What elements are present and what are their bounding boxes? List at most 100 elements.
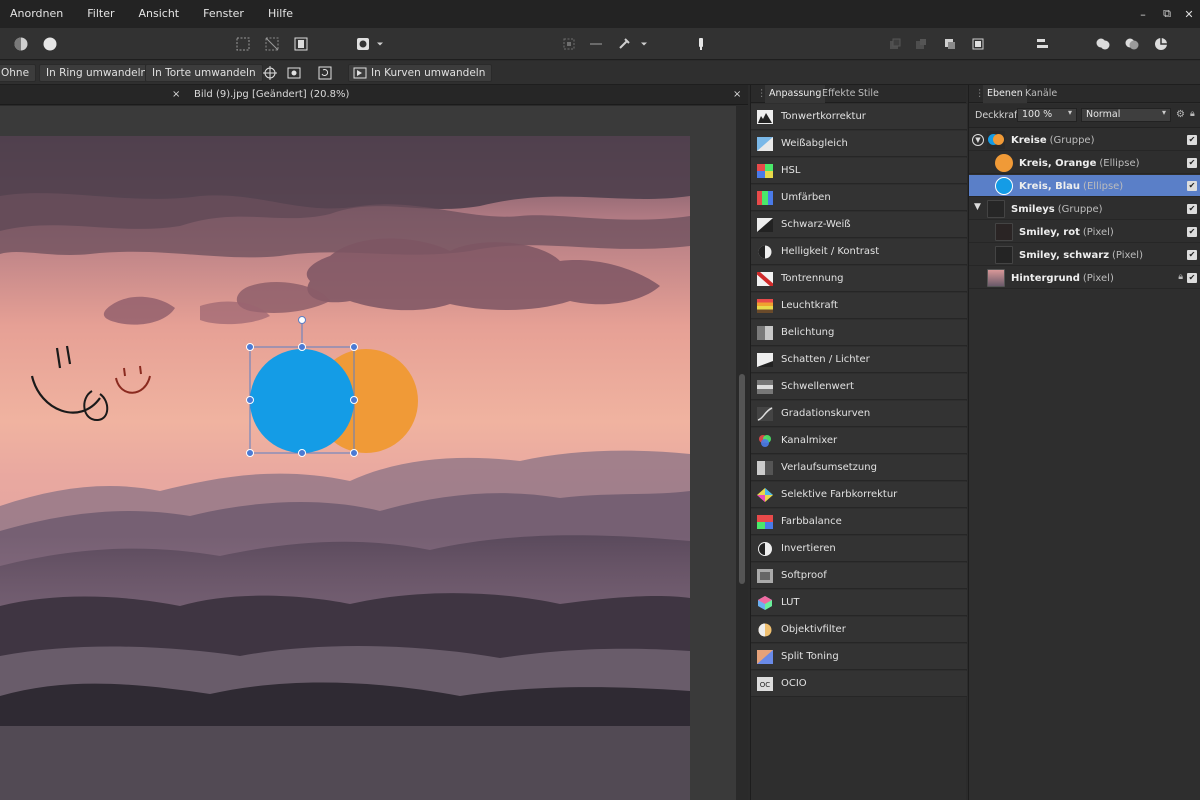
adjustment-item[interactable]: Weißabgleich [751,131,967,157]
pen-tool-icon[interactable] [690,33,712,55]
adjustment-label: Verlaufsumsetzung [781,462,877,473]
adjustment-item[interactable]: Split Toning [751,644,967,670]
expand-circle-icon[interactable]: ▼ [972,134,984,146]
adjustment-item[interactable]: Objektivfilter [751,617,967,643]
blend-mode-select[interactable]: Normal [1081,108,1171,122]
adjustment-item[interactable]: Farbbalance [751,509,967,535]
chevron-down-icon[interactable] [374,33,386,55]
menu-filter[interactable]: Filter [77,0,128,28]
sphere-light-icon[interactable] [39,33,61,55]
boolean-intersect-icon[interactable] [1150,33,1172,55]
diagonal-select-icon[interactable] [261,33,283,55]
close-prev-tab-icon[interactable]: × [172,85,180,105]
menu-hilfe[interactable]: Hilfe [258,0,307,28]
transform-origin-icon[interactable] [260,63,280,83]
menu-ansicht[interactable]: Ansicht [129,0,194,28]
visibility-checkbox[interactable]: ✔ [1187,135,1197,145]
lock-icon[interactable]: 🔒︎ [1190,109,1195,119]
view-toggle-icon[interactable] [284,63,304,83]
grid-snap-icon[interactable] [558,33,580,55]
vertical-scrollbar[interactable] [736,106,748,800]
layer-row[interactable]: Kreis, Blau (Ellipse) ✔ [969,175,1200,197]
background-photo[interactable] [0,136,690,800]
chevron-down-icon[interactable]: ▾ [1162,108,1166,117]
adjustment-item[interactable]: Tonwertkorrektur [751,104,967,130]
menu-anordnen[interactable]: Anordnen [0,0,77,28]
expand-triangle-icon[interactable]: ▼ [974,202,981,212]
marquee-select-icon[interactable] [232,33,254,55]
menu-fenster[interactable]: Fenster [193,0,258,28]
adjustment-item[interactable]: Tontrennung [751,266,967,292]
ohne-button[interactable]: Ohne [0,64,37,82]
group-thumbnail [987,200,1005,218]
adjustment-label: Tonwertkorrektur [781,111,866,122]
group-thumbnail [987,131,1005,149]
layer-row[interactable]: Smiley, schwarz (Pixel) ✔ [969,244,1200,266]
visibility-checkbox[interactable]: ✔ [1187,250,1197,260]
arrange-forward-icon[interactable] [939,33,961,55]
lock-icon[interactable]: 🔒︎ [1178,272,1183,282]
adjustment-item[interactable]: Schwarz-Weiß [751,212,967,238]
visibility-checkbox[interactable]: ✔ [1187,273,1197,283]
adjustment-item[interactable]: Leuchtkraft [751,293,967,319]
tab-kanaele[interactable]: Kanäle [1021,85,1061,103]
curves-convert-button[interactable]: In Kurven umwandeln [348,64,493,82]
boolean-add-icon[interactable] [1092,33,1114,55]
adjustment-item[interactable]: Belichtung [751,320,967,346]
magnet-snap-icon[interactable] [613,33,635,55]
adjustment-item[interactable]: HSL [751,158,967,184]
adjustment-item[interactable]: Kanalmixer [751,428,967,454]
arrange-front-icon[interactable] [967,33,989,55]
adjustment-item[interactable]: Helligkeit / Kontrast [751,239,967,265]
arrange-backward-icon[interactable] [910,33,932,55]
close-tab-icon[interactable]: × [733,85,741,105]
adjustment-label: Softproof [781,570,827,581]
pie-convert-button[interactable]: In Torte umwandeln [145,64,263,82]
sphere-dark-icon[interactable] [10,33,32,55]
document-tab-title[interactable]: Bild (9).jpg [Geändert] (20.8%) [194,85,349,105]
circle-blue[interactable] [250,349,354,453]
align-left-icon[interactable] [1031,33,1053,55]
gear-icon[interactable]: ⚙ [1176,109,1185,120]
chevron-down-icon[interactable] [638,33,650,55]
minimize-button[interactable]: – [1132,0,1154,28]
adjustment-item[interactable]: Verlaufsumsetzung [751,455,967,481]
adjustment-item[interactable]: Umfärben [751,185,967,211]
visibility-checkbox[interactable]: ✔ [1187,181,1197,191]
adjustment-item[interactable]: Softproof [751,563,967,589]
pixel-thumbnail [995,246,1013,264]
scrollbar-thumb[interactable] [739,374,745,584]
layer-row[interactable]: Smiley, rot (Pixel) ✔ [969,221,1200,243]
arrange-back-icon[interactable] [884,33,906,55]
posterize-icon [757,271,773,286]
visibility-checkbox[interactable]: ✔ [1187,204,1197,214]
layer-row[interactable]: Kreis, Orange (Ellipse) ✔ [969,152,1200,174]
tab-anpassung[interactable]: Anpassung [765,85,826,103]
layers-panel-tabs: ⋮ Ebenen Kanäle [969,85,1200,103]
adjustment-item[interactable]: Gradationskurven [751,401,967,427]
visibility-checkbox[interactable]: ✔ [1187,227,1197,237]
adjustment-item[interactable]: Selektive Farbkorrektur [751,482,967,508]
layer-row[interactable]: Hintergrund (Pixel) 🔒︎ ✔ [969,267,1200,289]
adjustment-label: OCIO [781,678,807,689]
adjustment-label: Schwellenwert [781,381,854,392]
invert-selection-icon[interactable] [290,33,312,55]
chevron-down-icon[interactable]: ▾ [1068,108,1072,117]
visibility-checkbox[interactable]: ✔ [1187,158,1197,168]
align-line-icon[interactable] [585,33,607,55]
layer-row[interactable]: ▼ Smileys (Gruppe) ✔ [969,198,1200,220]
close-window-button[interactable]: ✕ [1178,0,1200,28]
tab-stile[interactable]: Stile [854,85,883,103]
adjustment-item[interactable]: Invertieren [751,536,967,562]
layer-row[interactable]: ▼ Kreise (Gruppe) ✔ [969,129,1200,151]
ring-convert-button[interactable]: In Ring umwandeln [39,64,155,82]
stroke-fill-icon[interactable] [352,33,374,55]
rotate-icon[interactable] [315,63,335,83]
adjustment-item[interactable]: Schwellenwert [751,374,967,400]
canvas-area[interactable] [0,106,748,800]
restore-button[interactable]: ⧉ [1156,0,1178,28]
boolean-subtract-icon[interactable] [1121,33,1143,55]
adjustment-item[interactable]: LUT [751,590,967,616]
adjustment-item[interactable]: Schatten / Lichter [751,347,967,373]
adjustment-item[interactable]: OC OCIO [751,671,967,697]
